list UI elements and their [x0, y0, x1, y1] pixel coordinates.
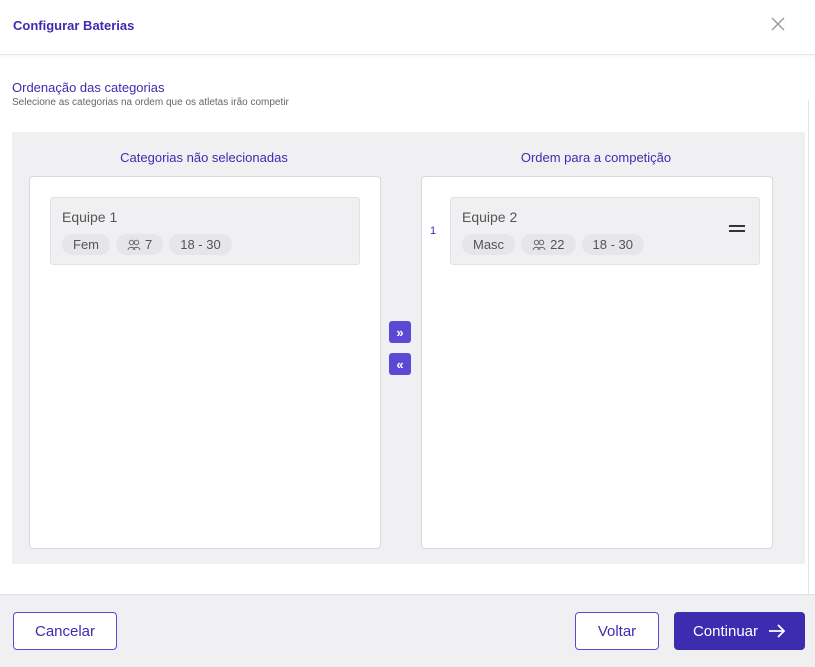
remove-selected-button[interactable]: «: [389, 353, 411, 375]
close-icon: [771, 17, 785, 31]
gender-chip: Fem: [62, 234, 110, 255]
category-name: Equipe 1: [62, 209, 118, 225]
scrollbar[interactable]: [808, 100, 815, 594]
unselected-categories-title: Categorias não selecionadas: [120, 150, 288, 165]
users-icon: [127, 239, 141, 250]
athlete-count: 7: [145, 237, 153, 252]
modal-header: Configurar Baterias: [0, 0, 815, 55]
continue-button[interactable]: Continuar: [674, 612, 805, 650]
gender-chip: Masc: [462, 234, 516, 255]
athletes-chip: 22: [521, 234, 576, 255]
age-range-chip: 18 - 30: [169, 234, 232, 255]
add-selected-button[interactable]: »: [389, 321, 411, 343]
continue-label: Continuar: [692, 622, 759, 640]
drag-handle-icon[interactable]: [729, 225, 745, 235]
order-number: 1: [430, 225, 437, 237]
unselected-categories-list: Equipe 1 Fem 7 18 - 30: [29, 176, 381, 549]
cancel-button[interactable]: Cancelar: [13, 612, 117, 650]
section-title: Ordenação das categorias: [12, 80, 165, 95]
close-button[interactable]: [767, 13, 789, 35]
users-icon: [532, 239, 546, 250]
category-name: Equipe 2: [462, 209, 518, 225]
section-subtitle: Selecione as categorias na ordem que os …: [12, 97, 289, 108]
competition-order-list: 1 Equipe 2 Masc 22 18 - 30: [421, 176, 773, 549]
arrow-right-icon: [769, 624, 786, 638]
back-button[interactable]: Voltar: [575, 612, 659, 650]
list-item[interactable]: Equipe 1 Fem 7 18 - 30: [50, 197, 360, 265]
modal-title: Configurar Baterias: [13, 18, 135, 33]
list-item[interactable]: Equipe 2 Masc 22 18 - 30: [450, 197, 760, 265]
age-range-chip: 18 - 30: [581, 234, 645, 255]
modal-footer: Cancelar Voltar Continuar: [0, 594, 815, 667]
competition-order-title: Ordem para a competição: [520, 150, 672, 165]
athletes-chip: 7: [116, 234, 164, 255]
athlete-count: 22: [550, 237, 565, 252]
